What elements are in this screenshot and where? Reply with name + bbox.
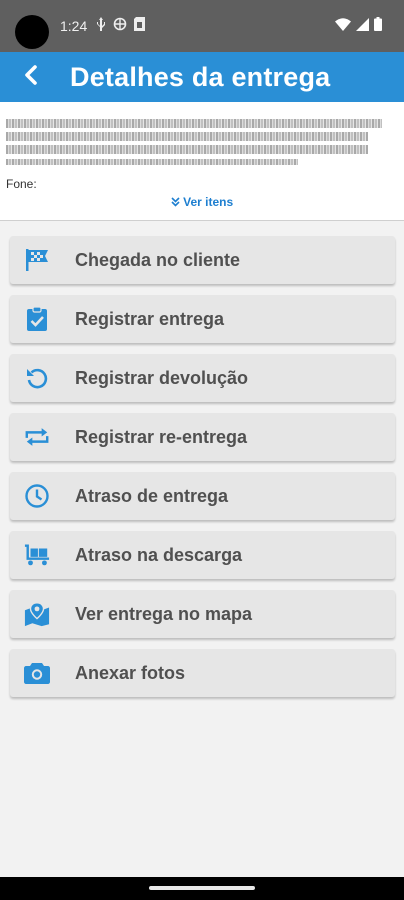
- register-delivery-button[interactable]: Registrar entrega: [10, 295, 395, 343]
- redacted-customer-name: [6, 119, 382, 128]
- vpn-icon: [113, 17, 127, 31]
- unloading-delay-button[interactable]: Atraso na descarga: [10, 531, 395, 579]
- view-items-label: Ver itens: [183, 195, 234, 209]
- arrival-at-customer-button[interactable]: Chegada no cliente: [10, 236, 395, 284]
- repeat-icon: [24, 424, 50, 450]
- clipboard-check-icon: [24, 306, 50, 332]
- redacted-city: [6, 159, 298, 165]
- checkered-flag-icon: [24, 247, 50, 273]
- page-title: Detalhes da entrega: [70, 62, 331, 92]
- sim-icon: [134, 17, 145, 31]
- wifi-icon: [335, 17, 351, 36]
- redacted-address-line: [6, 132, 368, 141]
- action-label: Registrar re-entrega: [75, 427, 248, 447]
- signal-icon: [356, 17, 369, 36]
- status-time: 1:24: [60, 18, 88, 34]
- app-bar: Detalhes da entrega: [0, 52, 404, 102]
- delivery-info-panel: Fone: Ver itens: [0, 102, 404, 221]
- phone-label: Fone:: [6, 177, 37, 191]
- redacted-address-detail: [6, 145, 368, 154]
- action-label: Chegada no cliente: [75, 250, 241, 270]
- action-label: Registrar entrega: [75, 309, 225, 329]
- usb-icon: [96, 17, 106, 31]
- action-label: Registrar devolução: [75, 368, 249, 388]
- status-bar: 1:24: [0, 0, 404, 52]
- delivery-delay-button[interactable]: Atraso de entrega: [10, 472, 395, 520]
- chevron-left-icon: [22, 64, 40, 91]
- pallet-truck-icon: [24, 542, 50, 568]
- action-list: Chegada no cliente Registrar entrega Reg…: [10, 236, 396, 708]
- action-label: Ver entrega no mapa: [75, 604, 253, 624]
- status-icons-left: [96, 17, 145, 31]
- view-delivery-on-map-button[interactable]: Ver entrega no mapa: [10, 590, 395, 638]
- back-button[interactable]: [14, 60, 48, 94]
- view-items-link[interactable]: Ver itens: [0, 195, 404, 209]
- battery-icon: [374, 17, 382, 36]
- camera-cutout: [15, 15, 49, 49]
- status-icons-right: [335, 17, 382, 36]
- clock-icon: [24, 483, 50, 509]
- action-label: Anexar fotos: [75, 663, 186, 683]
- double-chevron-down-icon: [171, 195, 183, 209]
- register-return-button[interactable]: Registrar devolução: [10, 354, 395, 402]
- attach-photos-button[interactable]: Anexar fotos: [10, 649, 395, 697]
- undo-icon: [24, 365, 50, 391]
- navigation-bar: [0, 877, 404, 900]
- action-label: Atraso na descarga: [75, 545, 243, 565]
- map-marker-icon: [24, 601, 50, 627]
- action-label: Atraso de entrega: [75, 486, 229, 506]
- camera-icon: [24, 660, 50, 686]
- register-redelivery-button[interactable]: Registrar re-entrega: [10, 413, 395, 461]
- home-indicator[interactable]: [149, 886, 255, 890]
